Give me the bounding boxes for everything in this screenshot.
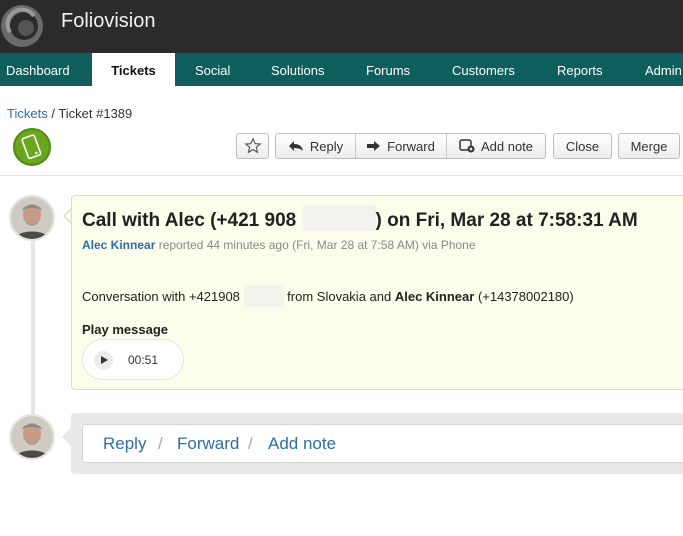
- phone-channel-badge: [13, 128, 51, 166]
- star-icon: [243, 137, 262, 154]
- reply-button[interactable]: Reply: [276, 134, 356, 158]
- user-photo-icon: [11, 416, 53, 458]
- redacted-number-block: [301, 205, 376, 231]
- star-button[interactable]: [236, 133, 269, 159]
- avatar[interactable]: [9, 414, 55, 460]
- nav-forums[interactable]: Forums: [366, 53, 410, 86]
- reply-box-pointer: [62, 428, 71, 446]
- nav-reports[interactable]: Reports: [557, 53, 603, 86]
- add-note-button[interactable]: Add note: [447, 134, 545, 158]
- header-divider: [0, 175, 683, 176]
- forward-button[interactable]: Forward: [356, 134, 447, 158]
- forward-button-label: Forward: [387, 138, 435, 154]
- add-note-button-label: Add note: [480, 138, 534, 154]
- event-body-name: Alec Kinnear: [394, 289, 475, 304]
- breadcrumb: Tickets / Ticket #1389: [7, 106, 132, 121]
- audio-player: 00:51: [82, 339, 184, 380]
- nav-solutions[interactable]: Solutions: [271, 53, 324, 86]
- forward-separator: /: [248, 434, 253, 453]
- reply-arrow-icon: [288, 141, 303, 151]
- event-title-prefix: Call with Alec (+421 908: [82, 210, 297, 231]
- reply-box: Reply / Forward / Add note: [71, 413, 683, 474]
- forward-link[interactable]: Forward: [177, 434, 239, 454]
- breadcrumb-tickets-link[interactable]: Tickets: [7, 106, 48, 121]
- reply-link[interactable]: Reply: [103, 434, 146, 454]
- reply-separator: /: [158, 434, 163, 453]
- redacted-number-inline: [243, 285, 284, 307]
- timeline-connector: [31, 235, 35, 420]
- phone-icon: [21, 134, 42, 160]
- add-note-link[interactable]: Add note: [268, 434, 336, 454]
- main-nav: Dashboard Tickets Social Solutions Forum…: [0, 53, 683, 86]
- top-header: Foliovision: [0, 0, 683, 53]
- event-meta-text: reported 44 minutes ago (Fri, Mar 28 at …: [155, 238, 476, 252]
- avatar[interactable]: [9, 195, 55, 241]
- event-title: Call with Alec (+421 908 ) on Fri, Mar 2…: [82, 205, 638, 232]
- close-button[interactable]: Close: [553, 133, 612, 159]
- nav-tickets[interactable]: Tickets: [92, 53, 175, 86]
- event-body-prefix: Conversation with +421908: [82, 289, 240, 304]
- user-photo-icon: [11, 197, 53, 239]
- audio-duration: 00:51: [128, 353, 159, 367]
- event-meta: Alec Kinnear reported 44 minutes ago (Fr…: [82, 238, 476, 252]
- event-title-suffix: ) on Fri, Mar 28 at 7:58:31 AM: [375, 210, 638, 231]
- merge-button[interactable]: Merge: [618, 133, 680, 159]
- app-title: Foliovision: [61, 10, 156, 32]
- reply-actions-bar: Reply / Forward / Add note: [82, 424, 683, 463]
- event-body-middle: from Slovakia and: [287, 289, 395, 304]
- play-message-label: Play message: [82, 322, 169, 337]
- nav-admin[interactable]: Admin: [645, 53, 682, 86]
- breadcrumb-separator: /: [47, 106, 59, 121]
- reply-button-label: Reply: [309, 138, 344, 154]
- event-body-suffix: (+14378002180): [474, 289, 574, 304]
- foliovision-logo-icon[interactable]: [0, 2, 46, 48]
- nav-social[interactable]: Social: [195, 53, 230, 86]
- nav-customers[interactable]: Customers: [452, 53, 515, 86]
- forward-arrow-icon: [367, 141, 381, 151]
- reply-button-group: Reply Forward Add note: [275, 133, 546, 159]
- play-icon[interactable]: [94, 351, 113, 370]
- event-body: Conversation with +421908 from Slovakia …: [82, 285, 574, 307]
- call-event-card: Call with Alec (+421 908 ) on Fri, Mar 2…: [71, 195, 683, 390]
- nav-dashboard[interactable]: Dashboard: [6, 53, 70, 86]
- add-note-icon: [459, 139, 475, 153]
- breadcrumb-current: Ticket #1389: [58, 106, 133, 121]
- event-author-link[interactable]: Alec Kinnear: [82, 238, 155, 252]
